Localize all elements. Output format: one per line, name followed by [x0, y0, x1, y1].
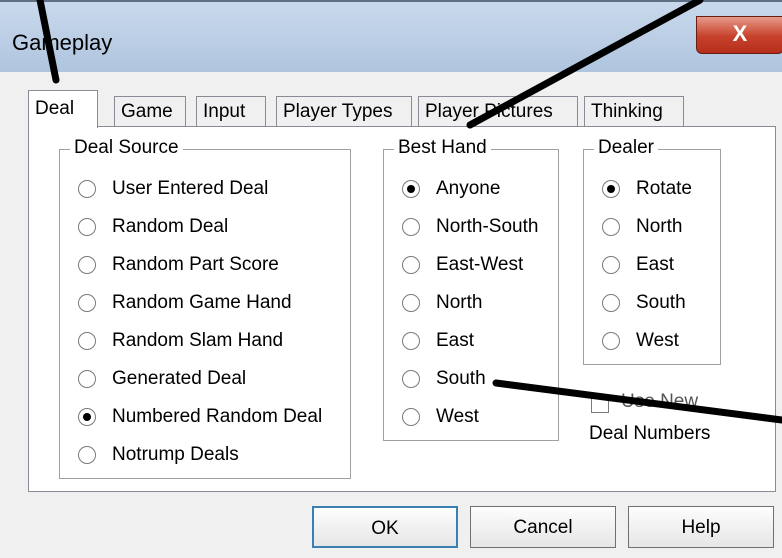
radio-button[interactable] — [402, 370, 420, 388]
option-label: Notrump Deals — [112, 444, 239, 465]
option-label: Generated Deal — [112, 368, 247, 389]
help-button[interactable]: Help — [628, 506, 774, 548]
radio-button[interactable] — [402, 218, 420, 236]
dealer-label: Dealer — [594, 137, 658, 159]
radio-button[interactable] — [602, 294, 620, 312]
radio-button[interactable] — [402, 294, 420, 312]
deal-source-group: Deal Source User Entered Deal Random Dea… — [59, 137, 351, 479]
radio-button[interactable] — [602, 180, 620, 198]
option-label: Anyone — [436, 178, 501, 199]
option-label: Rotate — [636, 178, 692, 199]
best-hand-label: Best Hand — [394, 137, 491, 159]
radio-button[interactable] — [78, 180, 96, 198]
option-label: Random Part Score — [112, 254, 279, 275]
tab-game[interactable]: Game — [114, 96, 186, 126]
option-label: North-South — [436, 216, 539, 237]
option-label: Random Deal — [112, 216, 229, 237]
tab-thinking[interactable]: Thinking — [584, 96, 684, 126]
tab-player-types[interactable]: Player Types — [276, 96, 412, 126]
tab-input[interactable]: Input — [196, 96, 266, 126]
radio-button[interactable] — [402, 180, 420, 198]
deal-source-label: Deal Source — [70, 137, 183, 159]
radio-button[interactable] — [602, 256, 620, 274]
option-label: East — [436, 330, 475, 351]
radio-button[interactable] — [78, 370, 96, 388]
option-label: East-West — [436, 254, 524, 275]
radio-button[interactable] — [78, 256, 96, 274]
ok-label: OK — [371, 518, 399, 539]
help-label: Help — [681, 517, 721, 538]
radio-button[interactable] — [602, 218, 620, 236]
title-bar[interactable]: Gameplay X — [0, 0, 782, 74]
option-label: West — [436, 406, 479, 427]
window-title: Gameplay — [12, 30, 113, 55]
option-label: Numbered Random Deal — [112, 406, 323, 427]
option-label: Random Game Hand — [112, 292, 292, 313]
dealer-group: Dealer Rotate North East South West — [583, 137, 721, 365]
radio-button[interactable] — [78, 332, 96, 350]
tab-deal[interactable]: Deal — [28, 90, 98, 128]
tab-label: Input — [203, 101, 246, 122]
radio-button[interactable] — [602, 332, 620, 350]
option-label: North — [636, 216, 683, 237]
tab-label: Game — [121, 101, 173, 122]
cancel-label: Cancel — [513, 517, 573, 538]
tab-player-pictures[interactable]: Player Pictures — [418, 96, 578, 126]
ok-button[interactable]: OK — [312, 506, 458, 548]
close-icon: X — [732, 21, 748, 46]
radio-button[interactable] — [78, 294, 96, 312]
deal-tab-panel: Deal Source User Entered Deal Random Dea… — [28, 126, 776, 492]
option-label: West — [636, 330, 679, 351]
tab-label: Player Pictures — [425, 101, 553, 122]
dialog-frame: Deal Game Input Player Types Player Pict… — [0, 72, 782, 558]
option-label: User Entered Deal — [112, 178, 269, 199]
option-label: Random Slam Hand — [112, 330, 284, 351]
tab-label: Player Types — [283, 101, 393, 122]
option-label: North — [436, 292, 483, 313]
radio-button[interactable] — [78, 218, 96, 236]
option-label: South — [636, 292, 686, 313]
cancel-button[interactable]: Cancel — [470, 506, 616, 548]
use-new-deal-numbers-checkbox[interactable] — [591, 395, 609, 413]
option-label: East — [636, 254, 675, 275]
radio-button[interactable] — [402, 332, 420, 350]
tab-label: Deal — [35, 98, 75, 119]
deal-numbers-label: Deal Numbers — [589, 423, 711, 444]
radio-button[interactable] — [78, 408, 96, 426]
tab-label: Thinking — [591, 101, 663, 122]
radio-button[interactable] — [78, 446, 96, 464]
dialog-client: Deal Game Input Player Types Player Pict… — [4, 78, 782, 558]
option-label: South — [436, 368, 486, 389]
use-new-label: Use New — [621, 391, 699, 412]
close-button[interactable]: X — [696, 16, 782, 54]
best-hand-group: Best Hand Anyone North-South East-West N… — [383, 137, 559, 441]
radio-button[interactable] — [402, 408, 420, 426]
radio-button[interactable] — [402, 256, 420, 274]
